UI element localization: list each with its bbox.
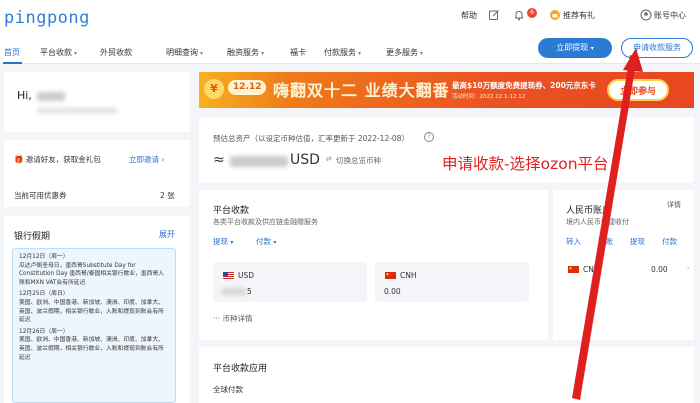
banner-period: 活动时间：2022.12.1-12.12	[452, 94, 526, 100]
holiday-date: 12月25日（周日）	[19, 291, 69, 298]
chevron-down-icon: ▾	[74, 50, 78, 57]
holiday-list: 12月12日（周一） 瓜达卢佩圣母日，墨西哥Substitute Day for…	[12, 248, 176, 403]
top-bar	[0, 0, 700, 34]
rmb-detail-link[interactable]: 详情	[667, 200, 681, 210]
invite-text: 🎁 邀请好友，获取金礼包	[14, 155, 101, 164]
rmb-account-title: 人民币账户	[566, 206, 612, 216]
usd-code: USD	[238, 271, 255, 280]
invite-now-link[interactable]: 立即邀请 ›	[129, 154, 164, 165]
holiday-text: 美国、欧洲、中国香港、新加坡、澳洲、印度、加拿大、英国、波兰假期，相关银行歇业，…	[19, 299, 164, 324]
user-name-redacted	[37, 92, 65, 101]
join-now-button[interactable]: 立即参与	[607, 79, 669, 101]
pingpong-logo[interactable]: pingpong	[4, 8, 90, 28]
holiday-date: 12月12日（周一）	[19, 254, 69, 260]
refer-link[interactable]: 推荐有礼	[563, 10, 595, 21]
flag-china-icon	[385, 272, 396, 279]
user-circle-icon[interactable]	[640, 9, 652, 21]
nav-more-services[interactable]: 更多服务 ▾	[386, 47, 423, 58]
coin-icon: ¥	[204, 79, 224, 99]
banner-promo-text: 最高$10万额度免费提现券、200元京东卡	[452, 81, 596, 90]
platform-apps-card	[199, 347, 694, 403]
chevron-down-icon: ▾	[590, 45, 594, 52]
cnh-code: CNH	[400, 271, 417, 280]
estimated-assets-label: 预估总资产（以设定币种估值，汇率更新于 2022-12-08）	[213, 134, 409, 143]
usd-account-box[interactable]	[213, 262, 367, 302]
holiday-date: 12月26日（周一）	[19, 328, 69, 335]
banner-date-tag: 12.12	[228, 80, 267, 95]
total-assets-redacted	[230, 156, 288, 167]
platform-pay-menu[interactable]: 付款 ▾	[256, 236, 276, 247]
flag-china-icon	[568, 266, 579, 273]
nav-financing[interactable]: 融资服务 ▾	[227, 47, 264, 58]
nav-trade-collection[interactable]: 外贸收款	[100, 47, 132, 58]
cnh-amount: 0.00	[384, 287, 401, 296]
coupon-count[interactable]: 2 张	[160, 190, 175, 201]
cny-code: CNY	[583, 265, 599, 274]
nav-fuka[interactable]: 福卡	[290, 47, 306, 58]
expand-link[interactable]: 展开	[159, 229, 175, 240]
platform-apps-title: 平台收款应用	[213, 364, 268, 374]
user-card	[4, 72, 190, 132]
account-center-link[interactable]: 账号中心	[654, 10, 686, 21]
switch-currency-link[interactable]: 切换总览币种	[336, 155, 381, 166]
cnh-account-box[interactable]	[375, 262, 529, 302]
platform-collection-desc: 各类平台收款及供应链金融赠服务	[213, 218, 318, 226]
platform-withdraw-menu[interactable]: 提现 ▾	[213, 236, 233, 247]
global-payment-label[interactable]: 全球付款	[213, 384, 243, 395]
apply-receive-service-button[interactable]: 申请收款服务	[621, 38, 693, 58]
annotation-text: 申请收款-选择ozon平台	[442, 155, 609, 173]
bell-icon[interactable]	[513, 9, 525, 21]
rmb-transfer-link[interactable]: 转账	[598, 236, 613, 247]
cny-amount: 0.00	[651, 265, 668, 274]
nav-home[interactable]: 首页	[4, 47, 20, 58]
rmb-withdraw-link[interactable]: 提现	[630, 236, 645, 247]
nav-detail-query[interactable]: 明细查询 ▾	[166, 47, 203, 58]
gift-icon[interactable]	[549, 9, 561, 21]
usd-amount: 5	[247, 287, 252, 296]
chevron-right-icon[interactable]: ›	[687, 265, 689, 272]
help-link[interactable]: 帮助	[461, 10, 477, 21]
chevron-down-icon: ▾	[420, 50, 424, 57]
gift-box-icon: 🎁	[14, 155, 24, 164]
platform-collection-title: 平台收款	[213, 206, 250, 216]
chevron-down-icon: ▾	[261, 50, 265, 57]
switch-icon[interactable]: ⇄	[326, 155, 332, 163]
chevron-down-icon: ▾	[230, 239, 234, 246]
nav-platform-collection[interactable]: 平台收款 ▾	[40, 47, 77, 58]
rmb-pay-link[interactable]: 付款	[662, 236, 677, 247]
flag-usa-icon	[223, 272, 234, 279]
nav-active-indicator	[3, 62, 22, 64]
coupon-label: 当前可用优惠券	[14, 191, 67, 200]
holiday-text: 瓜达卢佩圣母日，墨西哥Substitute Day for Constituti…	[19, 262, 165, 286]
banner-title: 嗨翻双十二 业绩大翻番	[273, 81, 450, 100]
withdraw-button[interactable]: 立即提现 ▾	[538, 38, 612, 58]
greeting: Hi,	[17, 89, 32, 102]
chevron-down-icon: ▾	[273, 239, 277, 246]
help-icon[interactable]: ?	[424, 132, 434, 142]
currency-detail-link[interactable]: ··· 币种详情	[213, 313, 253, 324]
rmb-transfer-in-link[interactable]: 转入	[566, 236, 581, 247]
chevron-down-icon: ▾	[200, 50, 204, 57]
nav-payment-service[interactable]: 付款服务 ▾	[324, 47, 361, 58]
user-info-redacted	[37, 108, 117, 113]
notification-badge: 6	[527, 8, 537, 18]
usd-amount-redacted	[222, 288, 246, 295]
holiday-text: 美国、欧洲、中国香港、新加坡、澳洲、印度、加拿大、英国、波兰假期，相关银行歇业，…	[19, 337, 164, 361]
rmb-account-desc: 境内人民币便捷收付	[566, 218, 629, 226]
bank-holiday-title: 银行假期	[14, 232, 51, 242]
chevron-down-icon: ▾	[358, 50, 362, 57]
approx-sign: ≈	[213, 152, 225, 168]
edit-icon[interactable]	[488, 9, 500, 21]
assets-currency: USD	[290, 152, 320, 168]
